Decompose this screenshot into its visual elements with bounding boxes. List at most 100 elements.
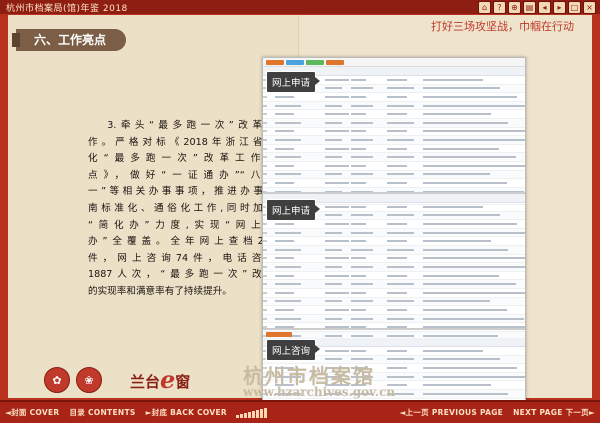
table-cell: [423, 205, 525, 209]
bottom-nav: ◄封面 COVER 目录 CONTENTS ►封底 BACK COVER ◄上一…: [0, 400, 600, 423]
text-placeholder: [423, 113, 491, 116]
table-cell: [275, 121, 325, 125]
text-placeholder: [325, 240, 349, 243]
toolbar-button: [266, 332, 292, 337]
text-placeholder: [275, 104, 301, 107]
table-row: [263, 118, 525, 128]
text-placeholder: [325, 248, 342, 251]
table-cell: [263, 274, 275, 278]
text-placeholder: [275, 317, 301, 320]
text-placeholder: [325, 181, 349, 184]
brand-part: 窗: [175, 373, 191, 391]
text-placeholder: [275, 248, 301, 251]
table-cell: [275, 147, 325, 151]
text-placeholder: [325, 349, 349, 352]
table-cell: [387, 78, 423, 82]
text-placeholder: [423, 164, 525, 167]
contents-button[interactable]: 目录 CONTENTS: [64, 407, 140, 418]
table-cell: [423, 308, 525, 312]
table-cell: [325, 78, 351, 82]
table-row: [263, 255, 525, 264]
text-placeholder: [351, 248, 373, 251]
text-placeholder: [325, 87, 342, 90]
zoom-icon[interactable]: ⊕: [508, 1, 521, 14]
body-line: 的实现率和满意率有了持续提升。: [88, 285, 232, 297]
table-cell: [325, 112, 351, 116]
table-cell: [423, 383, 525, 387]
body-line: 南标准化、通俗化工作,同时加大: [88, 202, 276, 214]
previous-page-button[interactable]: ◄上一页 PREVIOUS PAGE: [394, 407, 508, 418]
text-placeholder: [325, 300, 342, 303]
text-placeholder: [263, 265, 267, 268]
home-icon[interactable]: ⌂: [478, 1, 491, 14]
table-cell: [387, 282, 423, 286]
text-placeholder: [423, 392, 508, 395]
table-cell: [275, 282, 325, 286]
text-placeholder: [263, 291, 267, 294]
text-placeholder: [351, 205, 366, 208]
left-page: 六、工作亮点 3.牵头“最多跑一次”改革工 作。严格对标《2018年浙江省深 化…: [8, 15, 300, 398]
text-placeholder: [351, 222, 366, 225]
fullscreen-icon[interactable]: □: [568, 1, 581, 14]
body-line: 办”全覆盖。全年网上查档202: [88, 236, 276, 248]
next-page-button[interactable]: NEXT PAGE 下一页►: [508, 407, 600, 418]
text-placeholder: [423, 138, 525, 141]
text-placeholder: [387, 130, 407, 133]
table-body: [263, 203, 525, 341]
table-cell: [387, 205, 423, 209]
table-cell: [387, 155, 423, 159]
table-cell: [275, 299, 325, 303]
text-placeholder: [387, 375, 414, 378]
table-cell: [263, 138, 275, 142]
table-cell: [275, 222, 325, 226]
text-placeholder: [275, 181, 294, 184]
prev-icon[interactable]: ◂: [538, 1, 551, 14]
table-cell: [275, 317, 325, 321]
text-placeholder: [263, 173, 267, 176]
cover-button[interactable]: ◄封面 COVER: [0, 407, 64, 418]
page-progress[interactable]: [236, 407, 267, 418]
table-row: [263, 153, 525, 162]
table-cell: [325, 222, 351, 226]
table-row: [263, 101, 525, 111]
table-cell: [263, 147, 275, 151]
text-placeholder: [387, 113, 407, 116]
text-placeholder: [275, 156, 301, 159]
next-icon[interactable]: ▸: [553, 1, 566, 14]
text-placeholder: [423, 358, 500, 361]
table-cell: [263, 104, 275, 108]
table-cell: [263, 112, 275, 116]
text-placeholder: [423, 349, 483, 352]
text-placeholder: [351, 265, 373, 268]
table-cell: [351, 181, 387, 185]
table-cell: [423, 392, 525, 396]
table-row: [263, 314, 525, 324]
table-cell: [387, 291, 423, 295]
table-cell: [263, 265, 275, 269]
table-cell: [263, 291, 275, 295]
text-placeholder: [263, 104, 267, 107]
close-icon[interactable]: ×: [583, 1, 596, 14]
header-slogan: 打好三场攻坚战，巾帼在行动: [431, 20, 574, 33]
table-cell: [263, 121, 275, 125]
text-placeholder: [351, 274, 366, 277]
back-cover-button[interactable]: ►封底 BACK COVER: [141, 407, 232, 418]
table-cell: [351, 239, 387, 243]
text-placeholder: [351, 240, 366, 243]
text-placeholder: [351, 181, 366, 184]
table-cell: [275, 129, 325, 133]
brand-logo: 兰台 e 窗: [130, 368, 190, 392]
text-placeholder: [387, 317, 414, 320]
text-placeholder: [423, 78, 483, 81]
table-cell: [387, 104, 423, 108]
table-cell: [275, 274, 325, 278]
print-icon[interactable]: ▤: [523, 1, 536, 14]
table-cell: [325, 291, 351, 295]
table-cell: [351, 317, 387, 321]
text-placeholder: [325, 121, 342, 124]
table-cell: [387, 239, 423, 243]
text-placeholder: [387, 205, 407, 208]
text-placeholder: [351, 121, 373, 124]
help-icon[interactable]: ?: [493, 1, 506, 14]
text-placeholder: [263, 308, 267, 311]
